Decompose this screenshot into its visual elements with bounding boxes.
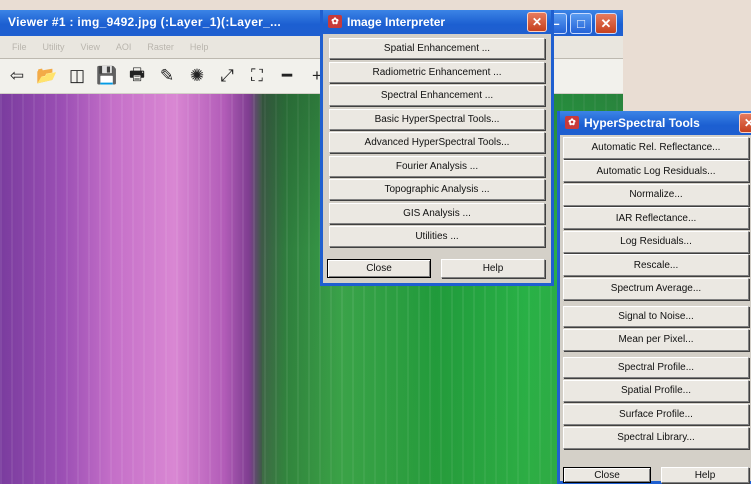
advanced-hyperspectral-tools-button[interactable]: Advanced HyperSpectral Tools... (329, 132, 545, 154)
spectral-profile-button[interactable]: Spectral Profile... (563, 356, 749, 379)
close-button[interactable]: Close (327, 259, 431, 278)
close-icon[interactable]: ✕ (595, 13, 617, 34)
image-interpreter-title-bar[interactable]: ✿ Image Interpreter ✕ (323, 10, 551, 34)
menu-raster[interactable]: Raster (147, 42, 174, 52)
spatial-enhancement-button[interactable]: Spatial Enhancement ... (329, 38, 545, 59)
basic-hyperspectral-tools-button[interactable]: Basic HyperSpectral Tools... (329, 108, 545, 130)
rescale-button[interactable]: Rescale... (563, 254, 749, 277)
fourier-analysis-button[interactable]: Fourier Analysis ... (329, 155, 545, 177)
hyperspectral-tools-title-bar[interactable]: ✿ HyperSpectral Tools ✕ (560, 111, 751, 135)
open-folder-icon[interactable]: 📂 (36, 65, 58, 87)
mean-per-pixel-button[interactable]: Mean per Pixel... (563, 328, 749, 351)
spectral-enhancement-button[interactable]: Spectral Enhancement ... (329, 85, 545, 107)
gis-analysis-button[interactable]: GIS Analysis ... (329, 202, 545, 224)
help-button[interactable]: Help (661, 467, 749, 483)
viewer-title: Viewer #1 : img_9492.jpg (:Layer_1)(:Lay… (8, 15, 282, 29)
image-interpreter-menu: Spatial Enhancement ... Radiometric Enha… (329, 38, 545, 250)
erdas-app-icon: ✿ (565, 116, 579, 129)
iar-reflectance-button[interactable]: IAR Reflectance... (563, 207, 749, 230)
save-icon[interactable]: 💾 (96, 65, 118, 87)
new-viewer-icon[interactable]: ⇦ (6, 65, 28, 87)
image-interpreter-title: Image Interpreter (347, 15, 446, 29)
layer-info-icon[interactable]: ◫ (66, 65, 88, 87)
automatic-rel-reflectance-button[interactable]: Automatic Rel. Reflectance... (563, 137, 749, 159)
surface-profile-button[interactable]: Surface Profile... (563, 403, 749, 426)
line-tool-icon[interactable]: ━ (276, 65, 298, 87)
menu-view[interactable]: View (81, 42, 100, 52)
image-interpreter-window: ✿ Image Interpreter ✕ Spatial Enhancemen… (320, 10, 554, 286)
menu-utility[interactable]: Utility (43, 42, 65, 52)
menu-file[interactable]: File (12, 42, 27, 52)
spatial-profile-button[interactable]: Spatial Profile... (563, 380, 749, 402)
erdas-app-icon: ✿ (328, 15, 342, 28)
close-button[interactable]: Close (563, 467, 651, 483)
spectral-library-button[interactable]: Spectral Library... (563, 427, 749, 449)
fit-window-icon[interactable]: ⛶ (246, 65, 268, 87)
print-icon[interactable]: 🖶 (126, 65, 148, 87)
help-button[interactable]: Help (441, 259, 545, 278)
signal-to-noise-button[interactable]: Signal to Noise... (563, 305, 749, 328)
hyperspectral-tools-menu: Automatic Rel. Reflectance... Automatic … (563, 137, 749, 451)
close-icon[interactable]: ✕ (739, 113, 751, 133)
eraser-icon[interactable]: ✎ (156, 65, 178, 87)
maximize-button[interactable]: □ (570, 13, 592, 34)
radiometric-enhancement-button[interactable]: Radiometric Enhancement ... (329, 61, 545, 83)
hyperspectral-tools-window: ✿ HyperSpectral Tools ✕ Automatic Rel. R… (557, 111, 751, 484)
log-residuals-button[interactable]: Log Residuals... (563, 230, 749, 253)
topographic-analysis-button[interactable]: Topographic Analysis ... (329, 179, 545, 201)
close-icon[interactable]: ✕ (527, 12, 547, 32)
hyperspectral-tools-title: HyperSpectral Tools (584, 116, 700, 130)
zoom-in-icon[interactable]: ⤢ (216, 65, 238, 87)
menu-help[interactable]: Help (190, 42, 209, 52)
utilities-button[interactable]: Utilities ... (329, 226, 545, 248)
menu-aoi[interactable]: AOI (116, 42, 132, 52)
automatic-log-residuals-button[interactable]: Automatic Log Residuals... (563, 160, 749, 183)
spectrum-average-button[interactable]: Spectrum Average... (563, 277, 749, 300)
inquire-cursor-icon[interactable]: ✺ (186, 65, 208, 87)
normalize-button[interactable]: Normalize... (563, 183, 749, 206)
